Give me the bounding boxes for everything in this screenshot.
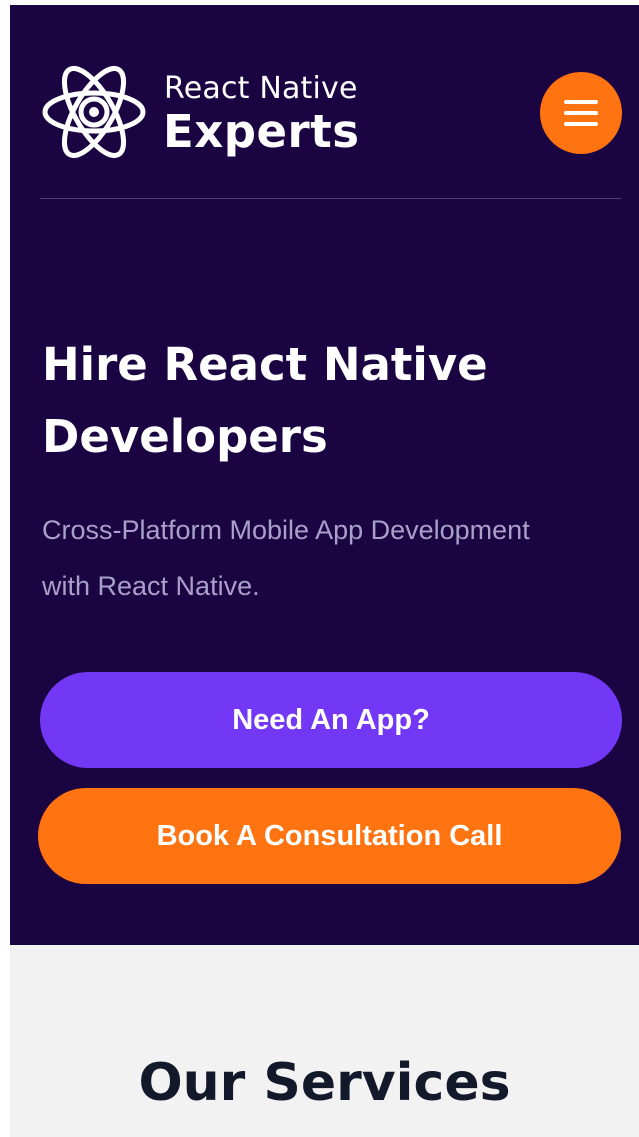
header-divider xyxy=(40,198,621,199)
logo-text-experts: Experts xyxy=(163,105,360,158)
page: React Native Experts Hire React Native D… xyxy=(10,5,639,1137)
need-an-app-button[interactable]: Need An App? xyxy=(40,672,622,768)
site-logo[interactable]: React Native Experts xyxy=(42,57,377,167)
menu-button[interactable] xyxy=(540,72,622,154)
hamburger-menu-icon xyxy=(564,100,598,126)
logo-text-react-native: React Native xyxy=(164,71,358,106)
hero-title: Hire React Native Developers xyxy=(42,338,488,463)
our-services-heading: Our Services xyxy=(138,1053,511,1113)
hero-subtitle: Cross-Platform Mobile App Development wi… xyxy=(42,515,530,601)
book-consultation-call-button[interactable]: Book A Consultation Call xyxy=(38,788,621,884)
atom-icon xyxy=(42,66,146,158)
hero-section: React Native Experts Hire React Native D… xyxy=(10,5,639,945)
